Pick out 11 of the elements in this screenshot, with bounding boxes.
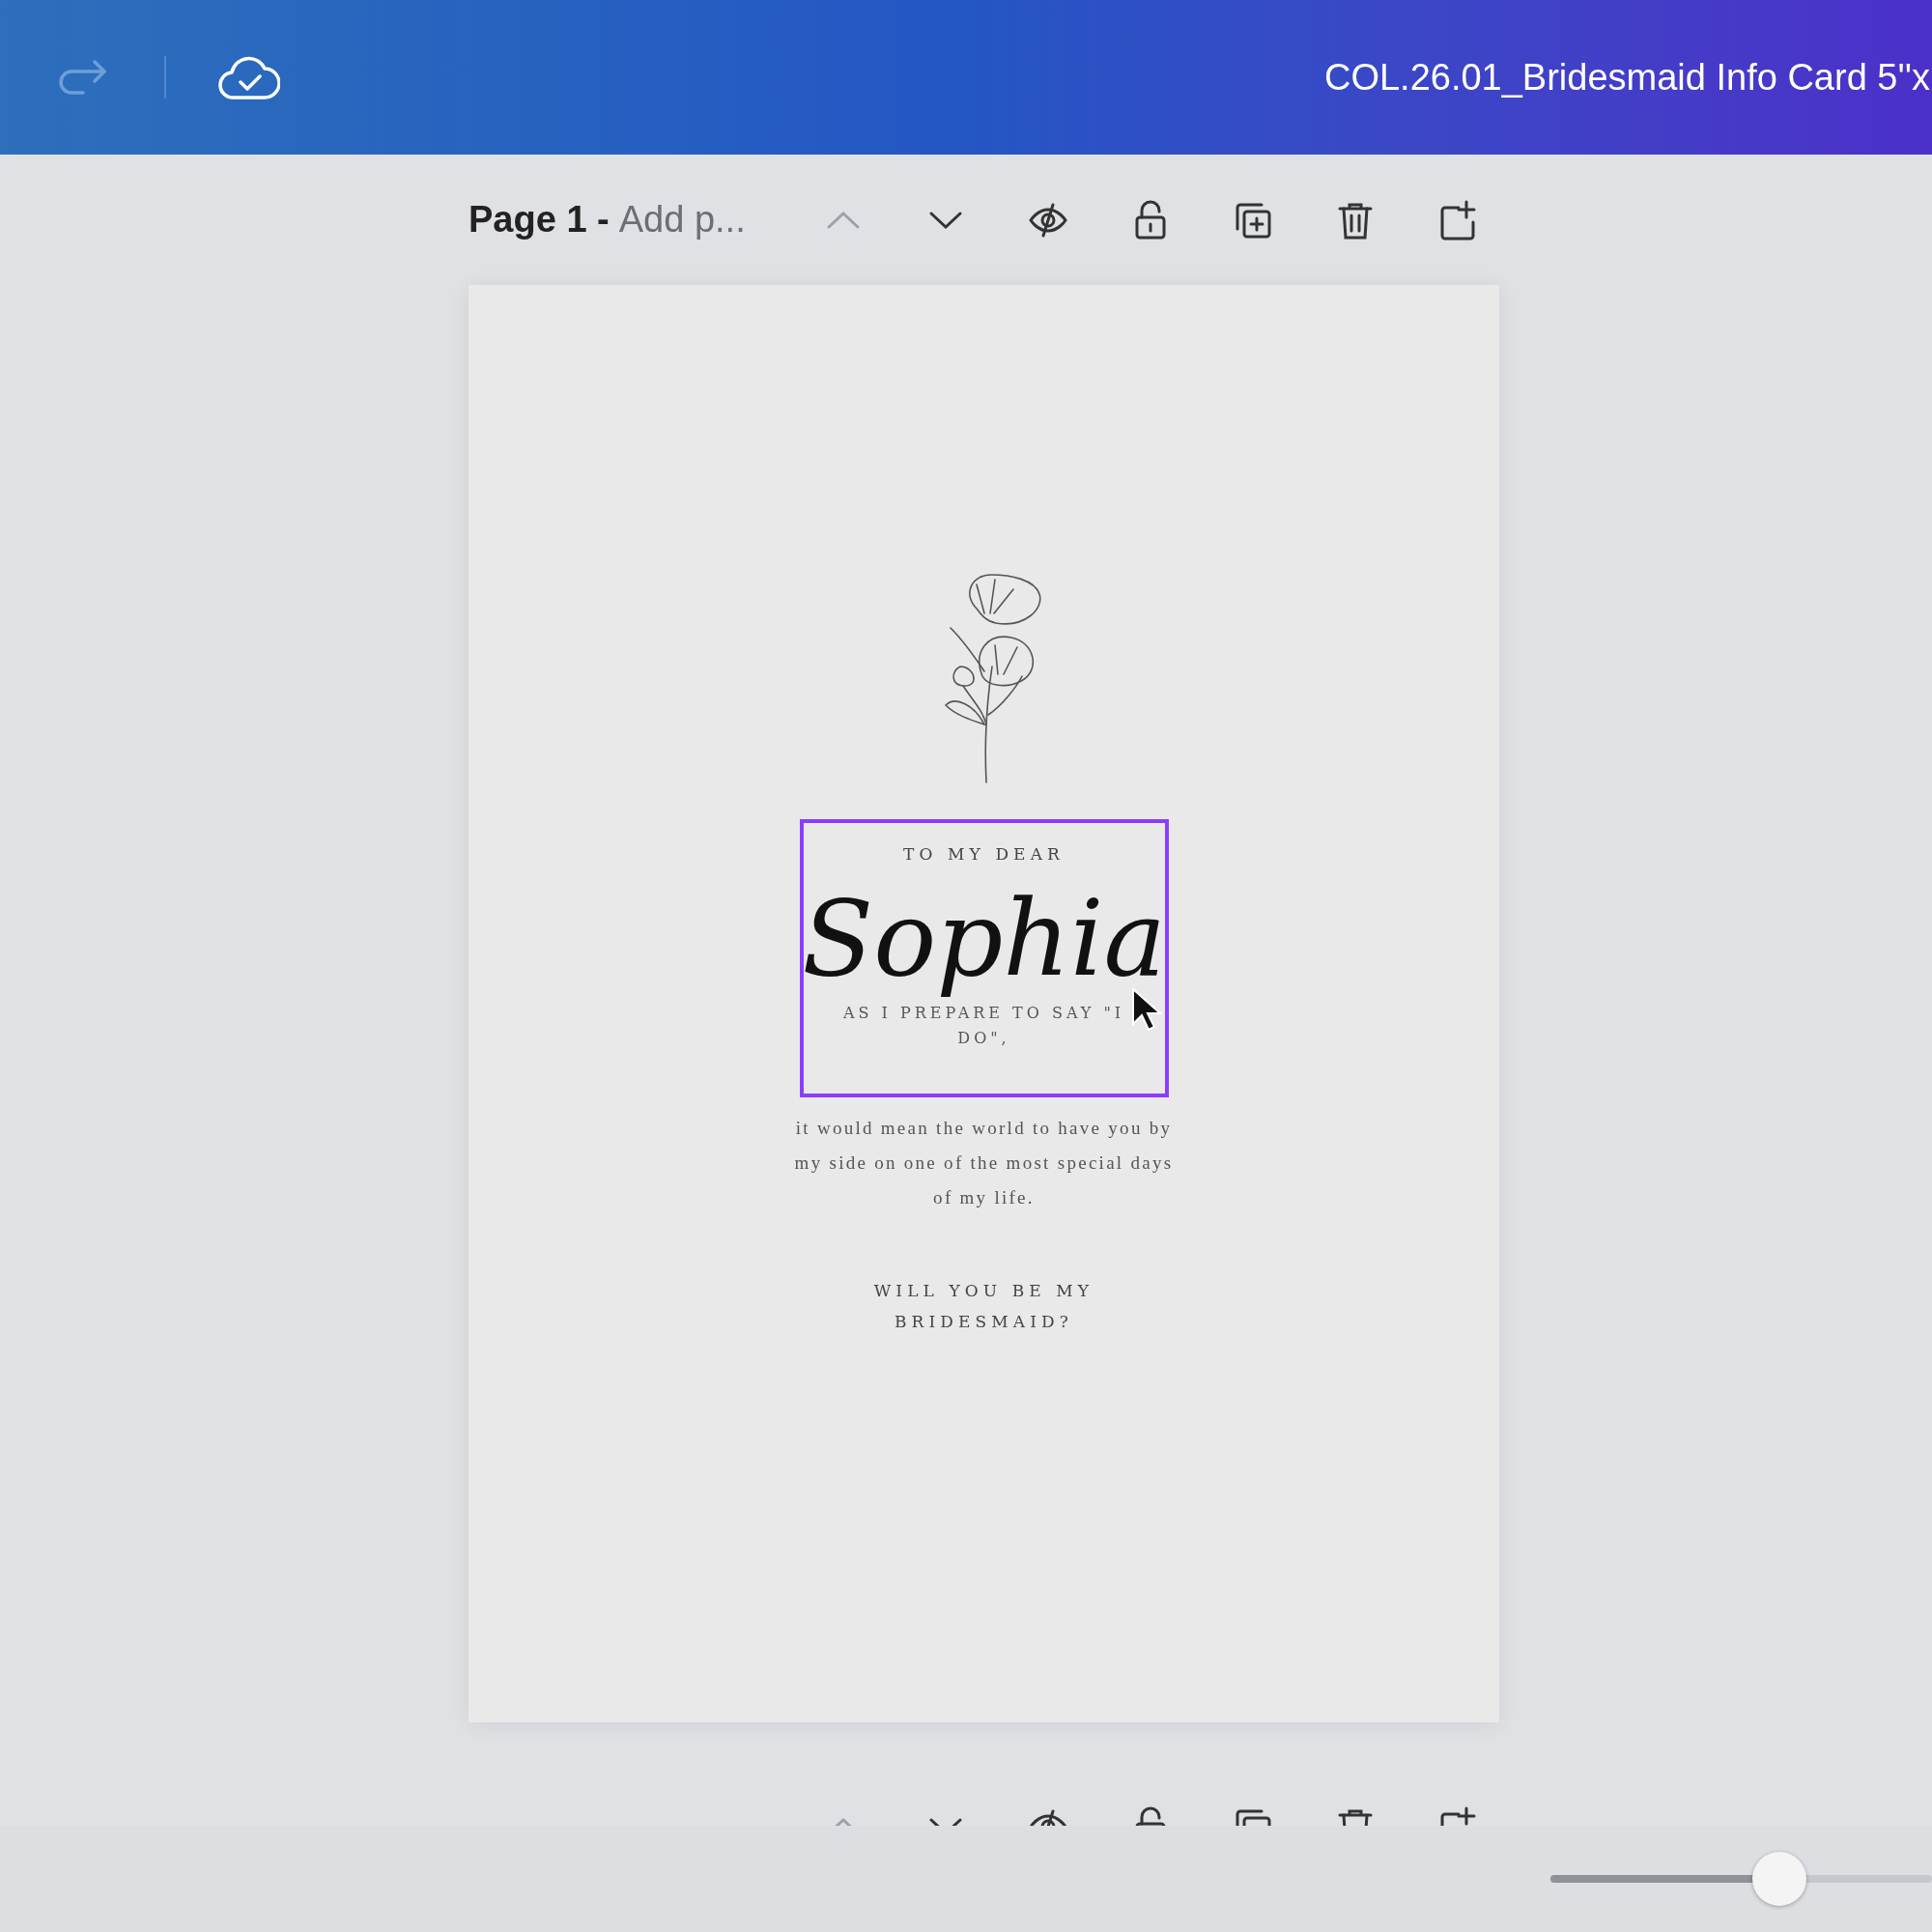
page-title-field[interactable]: Add p... [618,192,746,247]
card-question[interactable]: WILL YOU BE MY BRIDESMAID? [838,1275,1129,1337]
zoom-slider[interactable] [1550,1850,1932,1908]
design-page[interactable]: TO MY DEAR Sophia AS I PREPARE TO SAY "I DO", it would mean the world to have you by my side on one of the most special days of my life. WILL YOU BE MY BRIDESMAID? [469,285,1499,1722]
document-title[interactable]: COL.26.01_Bridesmaid Info Card 5''x [1323,49,1932,105]
card-subheading[interactable]: AS I PREPARE TO SAY "I DO", [838,1000,1129,1051]
page-label: Page 1 - [469,198,610,242]
selection-frame[interactable]: TO MY DEAR Sophia AS I PREPARE TO SAY "I DO", [799,819,1169,1097]
card-heading[interactable]: TO MY DEAR [903,842,1065,867]
name-script-text[interactable]: Sophia [802,880,1166,997]
card-message[interactable]: it would mean the world to have you by my side on one of the most special days of my life. [790,1111,1178,1215]
